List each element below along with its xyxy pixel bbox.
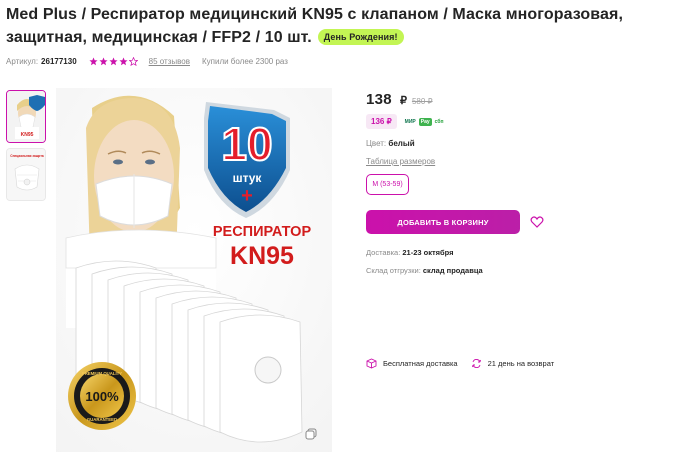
add-to-cart-button[interactable]: ДОБАВИТЬ В КОРЗИНУ [366, 210, 520, 234]
badge-unit: штук [233, 171, 263, 185]
badge-plus: + [241, 185, 253, 207]
zoom-icon[interactable] [305, 428, 317, 440]
color-label: Цвет: [366, 139, 387, 148]
mir-logo-icon: МИР [404, 118, 416, 125]
star-filled-icon [119, 57, 128, 66]
seal-bottom: GUARANTEED [87, 417, 117, 422]
wallet-price[interactable]: 136 ₽ [366, 114, 397, 129]
rating-stars[interactable] [89, 57, 139, 66]
star-empty-icon [128, 57, 138, 66]
thumbnail-2[interactable]: Специальная защита [6, 148, 46, 201]
product-meta: Артикул: 26177130 85 отзывов Купили боле… [6, 57, 288, 66]
size-option-selected[interactable]: M (53-59) [366, 174, 409, 195]
wallet-row: 136 ₽ МИР Pay сбп [366, 114, 447, 129]
payment-logos: МИР Pay сбп [404, 117, 447, 126]
return-label: 21 день на возврат [487, 359, 555, 368]
price-current: 138 [366, 91, 392, 108]
free-delivery-perk[interactable]: Бесплатная доставка [366, 358, 458, 369]
star-filled-icon [89, 57, 98, 66]
product-title-text: Med Plus / Респиратор медицинский KN95 с… [6, 6, 623, 46]
sbp-logo-icon: сбп [434, 118, 444, 125]
box-icon [366, 358, 377, 369]
delivery-info: Доставка: 21-23 октября [366, 248, 454, 257]
size-table-link[interactable]: Таблица размеров [366, 157, 435, 166]
warehouse-value: склад продавца [422, 266, 483, 275]
mask-valve [254, 356, 282, 384]
article-value: 26177130 [41, 57, 77, 66]
free-delivery-label: Бесплатная доставка [383, 359, 458, 368]
quality-seal: PREMIUM QUALITY 100% GUARANTEED [68, 362, 136, 430]
thumbnail-1[interactable]: KN95 [6, 90, 46, 143]
thumb-caption: Специальная защита [10, 154, 44, 158]
warehouse-label: Склад отгрузки: [366, 266, 421, 275]
reviews-link[interactable]: 85 отзывов [149, 57, 190, 66]
warehouse-info: Склад отгрузки: склад продавца [366, 266, 483, 275]
price-old: 580 ₽ [411, 97, 433, 106]
perks-row: Бесплатная доставка 21 день на возврат [366, 358, 567, 369]
bought-count: Купили более 2300 раз [201, 57, 288, 66]
star-filled-icon [109, 57, 118, 66]
seal-center: 100% [85, 389, 119, 404]
return-arrows-icon [471, 358, 481, 369]
thumbnail-list: KN95 Специальная защита [6, 90, 46, 206]
seal-top: PREMIUM QUALITY [82, 371, 122, 376]
color-value: белый [388, 139, 415, 148]
star-filled-icon [99, 57, 108, 66]
product-main-image[interactable]: 10 штук + РЕСПИРАТОР KN95 PREMIUM QUALIT… [56, 88, 332, 452]
price-block: 138 ₽ 580 ₽ [366, 91, 433, 108]
image-heading: РЕСПИРАТОР [213, 224, 312, 240]
thumb-model-text: KN95 [21, 132, 34, 138]
badge-count: 10 [221, 118, 272, 170]
return-perk[interactable]: 21 день на возврат [471, 358, 555, 369]
product-title: Med Plus / Респиратор медицинский KN95 с… [6, 3, 674, 49]
heart-icon[interactable] [530, 215, 544, 229]
image-model: KN95 [230, 242, 294, 270]
pay-logo-icon: Pay [418, 117, 432, 126]
color-row: Цвет: белый [366, 139, 415, 148]
price-currency: ₽ [399, 95, 407, 107]
delivery-label: Доставка: [366, 248, 401, 257]
promo-badge[interactable]: День Рождения! [317, 29, 404, 45]
delivery-value: 21-23 октября [402, 248, 454, 257]
article-label: Артикул: [6, 57, 39, 66]
